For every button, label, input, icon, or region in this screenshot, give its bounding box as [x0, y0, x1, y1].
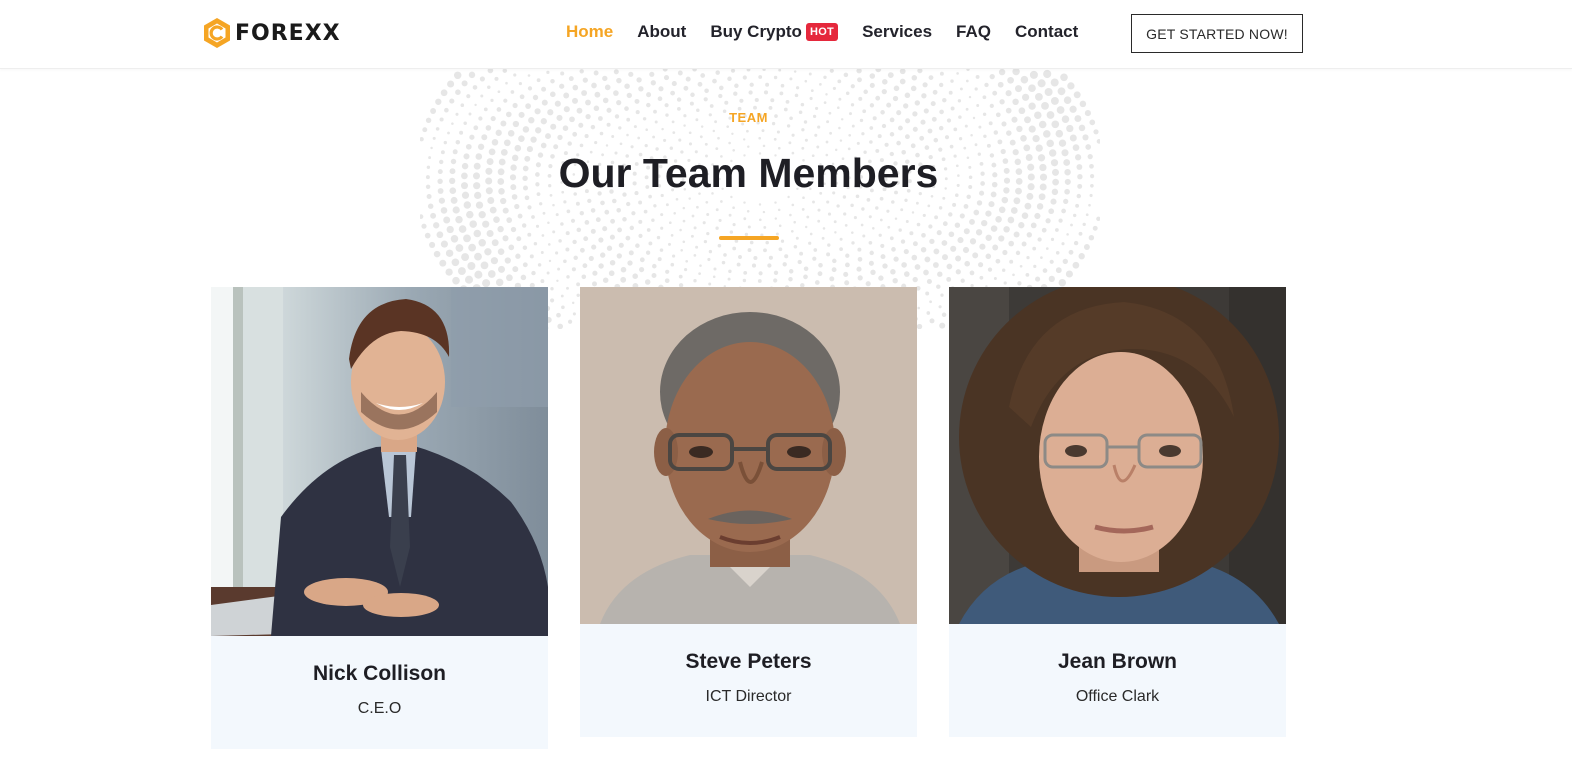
nav-buy-crypto-label: Buy Crypto: [710, 22, 802, 41]
brand-name: FOREXX: [235, 20, 341, 46]
member-role: C.E.O: [357, 700, 402, 717]
nav-home-link[interactable]: Home: [566, 22, 613, 42]
nav-services-label: Services: [862, 22, 933, 41]
nav-contact-link[interactable]: Contact: [1015, 22, 1078, 42]
member-name: Nick Collison: [312, 662, 447, 685]
nav-contact-label: Contact: [1014, 22, 1079, 41]
member-name: Steve Peters: [685, 650, 812, 673]
team-photo-steve-peters: [580, 287, 917, 624]
nav-buy-crypto-link[interactable]: Buy Crypto HOT: [710, 22, 839, 42]
team-info-nick-collison: Nick Collison C.E.O: [211, 636, 548, 749]
site-header: FOREXX Home About Buy Crypto HOT Services…: [0, 0, 1572, 69]
member-name: Jean Brown: [1057, 650, 1178, 673]
hot-badge: HOT: [805, 23, 839, 41]
member-role: ICT Director: [705, 688, 792, 705]
nav-about-label: About: [637, 22, 687, 41]
team-info-steve-peters: Steve Peters ICT Director: [580, 624, 917, 737]
get-started-button[interactable]: GET STARTED NOW!: [1131, 14, 1303, 53]
nav-faq-link[interactable]: FAQ: [956, 22, 991, 42]
team-card-jean-brown[interactable]: Jean Brown Office Clark: [949, 287, 1286, 737]
section-eyebrow: TEAM: [729, 110, 768, 125]
nav-faq-label: FAQ: [956, 22, 991, 41]
nav-about-link[interactable]: About: [637, 22, 686, 42]
team-info-jean-brown: Jean Brown Office Clark: [949, 624, 1286, 737]
team-card-steve-peters[interactable]: Steve Peters ICT Director: [580, 287, 917, 737]
member-role: Office Clark: [1075, 688, 1160, 705]
brand-logo[interactable]: FOREXX: [200, 16, 341, 50]
team-card-nick-collison[interactable]: Nick Collison C.E.O: [211, 287, 548, 749]
team-photo-jean-brown: [949, 287, 1286, 624]
title-underline-divider: [719, 236, 779, 240]
section-title: Our Team Members: [558, 150, 939, 196]
main-nav: Home About Buy Crypto HOT Services FAQ Co…: [566, 22, 1102, 42]
team-photo-nick-collison: [211, 287, 548, 636]
nav-home-label: Home: [566, 22, 614, 41]
logo-hexagon-icon: [204, 18, 230, 48]
nav-services-link[interactable]: Services: [862, 22, 932, 42]
